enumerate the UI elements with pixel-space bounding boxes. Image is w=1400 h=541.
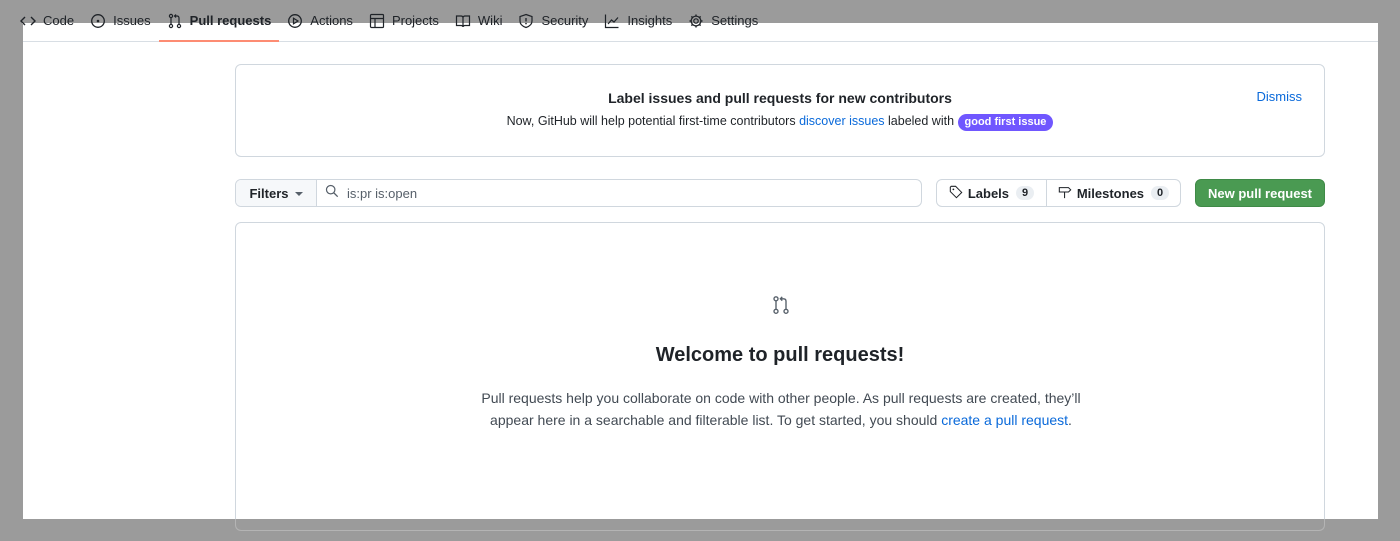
tab-label: Projects [391,13,439,28]
banner-description: Now, GitHub will help potential first-ti… [236,114,1324,131]
table-icon [369,13,385,29]
tab-label: Insights [627,13,673,28]
tab-wiki[interactable]: Wiki [447,0,511,42]
issue-icon [90,13,106,29]
blankslate-end: . [1068,412,1072,428]
banner-desc-middle: labeled with [888,114,955,128]
tab-security[interactable]: Security [510,0,596,42]
milestones-button-label: Milestones [1076,185,1145,201]
create-pull-request-link[interactable]: create a pull request [941,412,1068,428]
tab-label: Security [541,13,589,28]
blankslate-heading: Welcome to pull requests! [655,344,905,366]
book-icon [455,13,471,29]
tab-label: Issues [113,13,151,28]
search-input[interactable] [347,185,907,201]
filters-button-label: Filters [249,185,289,201]
pull-request-icon [773,296,789,314]
overlay-right [1378,23,1400,519]
tag-icon [949,185,963,202]
new-contributors-banner: Label issues and pull requests for new c… [235,64,1325,157]
tab-pull-requests[interactable]: Pull requests [158,0,280,42]
new-pull-request-button[interactable]: New pull request [1195,179,1325,207]
tab-label: Wiki [477,13,503,28]
overlay-left [0,23,23,519]
discover-issues-link[interactable]: discover issues [799,114,884,128]
tab-label: Code [43,13,75,28]
tab-insights[interactable]: Insights [596,0,680,42]
good-first-issue-label[interactable]: good first issue [957,114,1054,131]
search-box [317,180,921,206]
play-icon [287,13,303,29]
banner-title: Label issues and pull requests for new c… [608,90,952,106]
overlay-bottom [0,519,1400,541]
shield-icon [518,13,534,29]
search-icon [325,184,339,203]
blankslate: Welcome to pull requests! Pull requests … [235,222,1325,530]
tab-settings[interactable]: Settings [680,0,766,42]
labels-button-label: Labels [967,185,1010,201]
gear-icon [688,13,704,29]
pull-request-icon [167,13,183,29]
tab-label: Pull requests [189,13,272,28]
tab-label: Settings [711,13,759,28]
tab-issues[interactable]: Issues [82,0,159,42]
milestones-count: 0 [1151,186,1170,200]
labels-milestones-group: Labels 9 Milestones 0 [936,179,1181,207]
banner-desc-prefix: Now, GitHub will help potential first-ti… [506,114,796,128]
blankslate-text: Pull requests help you collaborate on co… [476,387,1086,431]
tab-label: Actions [310,13,353,28]
milestones-button[interactable]: Milestones 0 [1047,180,1180,206]
chevron-down-icon [294,192,303,196]
filter-bar: Filters [235,179,922,207]
labels-count: 9 [1016,186,1035,200]
dismiss-button[interactable]: Dismiss [1257,89,1303,104]
labels-button[interactable]: Labels 9 [937,180,1047,206]
graph-icon [604,13,620,29]
repo-nav: Code Issues Pull requests Actions Projec… [0,0,1400,42]
filters-button[interactable]: Filters [236,180,317,206]
tab-actions[interactable]: Actions [279,0,361,42]
tab-projects[interactable]: Projects [361,0,447,42]
milestone-icon [1058,185,1072,202]
blankslate-edge [235,519,1325,531]
